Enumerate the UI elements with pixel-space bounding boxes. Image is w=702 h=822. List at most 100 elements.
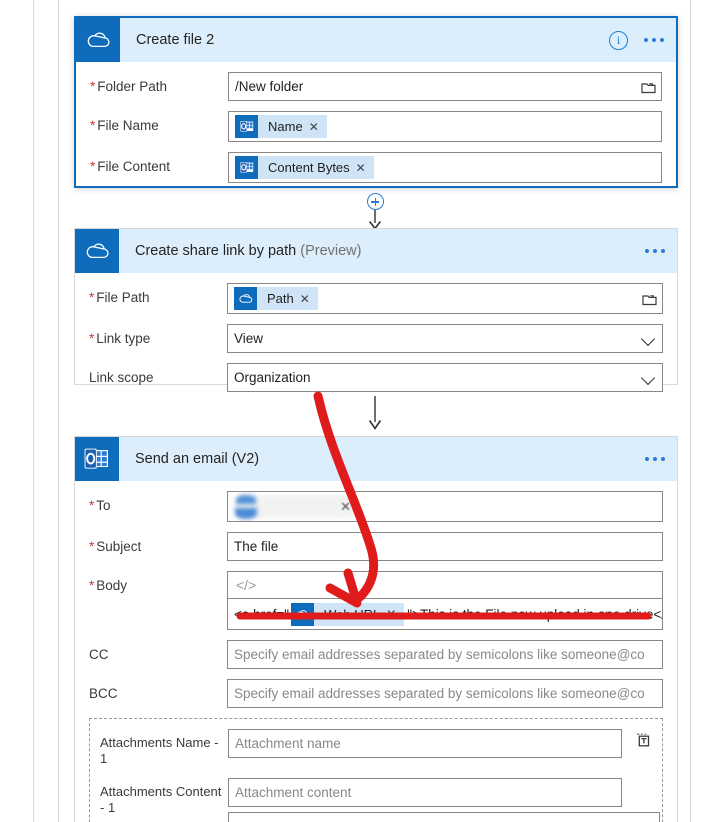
canvas-rail-left-2 — [58, 0, 59, 822]
field-label-folder-path: * Folder Path — [90, 79, 168, 94]
cc-placeholder: Specify email addresses separated by sem… — [234, 647, 645, 662]
link-type-value: View — [234, 331, 264, 346]
field-label-to: * To — [89, 498, 111, 513]
attachments-content-1-input[interactable]: Attachment content — [228, 777, 622, 807]
field-label-subject: * Subject — [89, 539, 142, 554]
field-row-to: * To ✕ — [89, 491, 663, 522]
card-menu-icon[interactable] — [643, 451, 667, 467]
required-asterisk: * — [89, 578, 95, 593]
chevron-down-icon[interactable] — [641, 370, 657, 386]
field-label-cc: CC — [89, 647, 109, 662]
action-card-create-share-link-by-path[interactable]: Create share link by path (Preview) * Fil… — [74, 228, 678, 392]
token-chip-web-url[interactable]: Web URL ✕ — [291, 602, 405, 626]
connector-arrow-icon — [368, 210, 382, 230]
card-header-actions: i — [609, 18, 666, 62]
link-scope-value: Organization — [234, 370, 311, 385]
token-remove-icon[interactable]: ✕ — [386, 607, 404, 621]
onedrive-icon — [291, 602, 315, 626]
add-step-icon[interactable] — [366, 193, 384, 210]
card-preview-badge: (Preview) — [300, 243, 362, 259]
token-chip-content-bytes[interactable]: Content Bytes ✕ — [235, 156, 374, 179]
cc-input[interactable]: Specify email addresses separated by sem… — [227, 640, 663, 669]
field-row-link-type: * Link type View — [89, 324, 663, 353]
card-title-text: Create file 2 — [136, 32, 215, 48]
body-rich-text-toolbar[interactable]: </> — [227, 571, 663, 598]
file-content-input[interactable]: Content Bytes ✕ — [228, 152, 662, 183]
action-card-create-file-2[interactable]: Create file 2 i * Folder Path /New folder — [74, 16, 678, 188]
field-row-attachments-content-1: Attachments Content - 1 Attachment conte… — [100, 777, 652, 817]
card-body-send-an-email: * To ✕ * Subject The file * Body </> <a … — [75, 481, 677, 822]
connector-insert-1[interactable] — [366, 193, 384, 230]
required-asterisk: * — [89, 290, 95, 305]
connector-arrow-icon — [368, 396, 382, 430]
folder-path-value: /New folder — [235, 79, 304, 94]
card-title: Create file 2 — [136, 32, 214, 48]
file-path-input[interactable]: Path ✕ — [227, 283, 663, 314]
required-asterisk: * — [89, 331, 95, 346]
field-label-file-content: * File Content — [90, 159, 171, 174]
attachments-content-1-placeholder: Attachment content — [235, 784, 352, 800]
field-row-subject: * Subject The file — [89, 532, 663, 561]
body-input[interactable]: <a href=" Web URL ✕ ">This is the File n… — [227, 598, 663, 630]
field-label-file-path: * File Path — [89, 290, 150, 305]
card-header-send-an-email[interactable]: Send an email (V2) — [75, 437, 677, 481]
recipient-remove-icon[interactable]: ✕ — [340, 499, 351, 515]
canvas-rail-left-1 — [33, 0, 34, 822]
folder-picker-icon[interactable] — [641, 80, 656, 93]
flow-designer-canvas: Create file 2 i * Folder Path /New folder — [0, 0, 702, 822]
bcc-input[interactable]: Specify email addresses separated by sem… — [227, 679, 663, 708]
subject-value: The file — [234, 539, 279, 554]
required-asterisk: * — [90, 118, 96, 133]
next-field-partial[interactable] — [228, 812, 660, 822]
outlook-icon — [75, 437, 119, 481]
avatar — [236, 495, 256, 504]
token-chip-name[interactable]: Name ✕ — [235, 115, 327, 138]
connector-insert-2[interactable] — [366, 396, 384, 430]
avatar — [235, 508, 257, 519]
chevron-down-icon[interactable] — [641, 331, 657, 347]
link-type-select[interactable]: View — [227, 324, 663, 353]
card-menu-icon[interactable] — [643, 243, 667, 259]
body-suffix-text: ">This is the File new upload in one dri… — [407, 606, 663, 622]
link-scope-select[interactable]: Organization — [227, 363, 663, 392]
attachments-group: Attachments Name - 1 Attachment name Att… — [89, 718, 663, 822]
card-title-text: Create share link by path — [135, 243, 297, 259]
field-label-bcc: BCC — [89, 686, 118, 701]
card-menu-icon[interactable] — [642, 32, 666, 48]
to-input[interactable]: ✕ — [227, 491, 663, 522]
field-row-folder-path: * Folder Path /New folder — [90, 72, 662, 101]
field-row-file-name: * File Name Name ✕ — [90, 111, 662, 142]
subject-input[interactable]: The file — [227, 532, 663, 561]
field-row-link-scope: Link scope Organization — [89, 363, 663, 392]
card-title: Create share link by path (Preview) — [135, 243, 361, 259]
folder-picker-icon[interactable] — [642, 292, 657, 305]
file-name-input[interactable]: Name ✕ — [228, 111, 662, 142]
attachments-name-1-input[interactable]: Attachment name — [228, 729, 622, 758]
card-title: Send an email (V2) — [135, 451, 259, 467]
token-remove-icon[interactable]: ✕ — [356, 161, 374, 175]
card-header-actions — [643, 229, 667, 273]
token-remove-icon[interactable]: ✕ — [300, 292, 318, 306]
token-remove-icon[interactable]: ✕ — [309, 120, 327, 134]
folder-path-input[interactable]: /New folder — [228, 72, 662, 101]
card-header-actions — [643, 437, 667, 481]
info-icon[interactable]: i — [609, 30, 628, 50]
field-row-bcc: BCC Specify email addresses separated by… — [89, 679, 663, 708]
card-title-text: Send an email (V2) — [135, 451, 260, 467]
field-label-file-name: * File Name — [90, 118, 159, 133]
bcc-placeholder: Specify email addresses separated by sem… — [234, 686, 645, 701]
card-header-create-file-2[interactable]: Create file 2 i — [76, 18, 676, 62]
card-body-create-file-2: * Folder Path /New folder * File Name Na… — [76, 62, 676, 197]
required-asterisk: * — [89, 498, 95, 513]
recipient-chip-redacted[interactable]: ✕ — [234, 495, 359, 519]
token-chip-path[interactable]: Path ✕ — [234, 287, 318, 310]
action-card-send-an-email-v2[interactable]: Send an email (V2) * To ✕ * Subject The … — [74, 436, 678, 822]
code-view-icon[interactable]: </> — [236, 577, 256, 593]
field-row-file-path: * File Path Path ✕ — [89, 283, 663, 314]
card-header-create-share-link[interactable]: Create share link by path (Preview) — [75, 229, 677, 273]
outlook-icon — [235, 156, 258, 179]
token-label: Name — [268, 119, 303, 134]
onedrive-icon — [75, 229, 119, 273]
onedrive-icon — [76, 18, 120, 62]
token-label: Content Bytes — [268, 160, 350, 175]
